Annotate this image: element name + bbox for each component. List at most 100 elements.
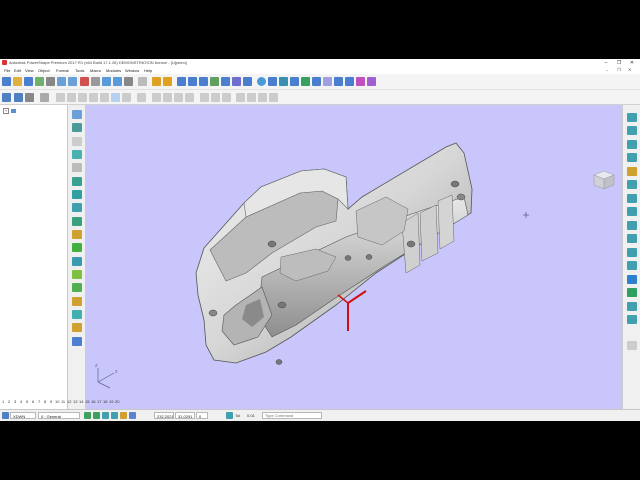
copy-icon[interactable] [57,77,66,86]
tree-root[interactable]: + [3,108,16,114]
assembly-tool-icon[interactable] [72,297,82,306]
shade-mode-icon[interactable] [200,93,209,102]
level-number[interactable]: 18 [103,399,107,404]
level-icon[interactable] [221,77,230,86]
level-number[interactable]: 20 [115,399,119,404]
doc-minimize-button[interactable]: – [606,67,608,72]
line-tool-icon[interactable] [72,150,82,159]
level-number[interactable]: 8 [44,399,46,404]
menu-window[interactable]: Window [125,68,139,73]
object-snap-icon[interactable] [102,412,109,419]
view-top-icon-right[interactable] [627,113,637,122]
menu-help[interactable]: Help [144,68,152,73]
workplane-tool-icon[interactable] [72,123,82,132]
level-number[interactable]: 3 [14,399,16,404]
zoom-icon[interactable] [137,93,146,102]
level-number[interactable]: 19 [109,399,113,404]
arc-icon[interactable] [232,77,241,86]
select-icon[interactable] [102,77,111,86]
shade-tool-icon[interactable] [72,310,82,319]
view-front-icon-right[interactable] [627,126,637,135]
import-icon[interactable] [35,77,44,86]
workplane-status-icon[interactable] [2,412,9,419]
section-view-icon[interactable] [627,302,637,311]
view-top-icon[interactable] [111,93,120,102]
level-number[interactable]: 11 [61,399,65,404]
rotate-icon[interactable] [163,93,172,102]
menu-object[interactable]: Object [38,68,50,73]
view-iso4-icon[interactable] [89,93,98,102]
undo-icon[interactable] [152,77,161,86]
section-icon[interactable] [236,93,245,102]
filter-icon[interactable] [124,77,133,86]
rotate-view-icon[interactable] [627,234,637,243]
box-select-icon[interactable] [113,77,122,86]
circle-icon[interactable] [257,77,266,86]
level-number[interactable]: 16 [91,399,95,404]
shading-view-icon[interactable] [627,261,637,270]
solid-tool-icon[interactable] [72,203,82,212]
feature-tool-icon[interactable] [72,270,82,279]
level-number[interactable]: 17 [97,399,101,404]
minimize-button[interactable]: – [600,59,612,67]
menu-tools[interactable]: Tools [75,68,84,73]
hide-view-icon[interactable] [627,315,637,324]
grid-snap-icon[interactable] [93,412,100,419]
zoom-fit-icon[interactable] [185,93,194,102]
workplane-select[interactable]: XDWN [10,412,36,419]
line-icon[interactable] [188,77,197,86]
solid-icon[interactable] [279,77,288,86]
measure-icon[interactable] [312,77,321,86]
level-number[interactable]: 15 [85,399,89,404]
tolerance-icon[interactable] [226,412,233,419]
command-input[interactable] [262,412,322,419]
intelligent-cursor-icon[interactable] [111,412,118,419]
arc-tool-icon[interactable] [72,163,82,172]
toolbox-icon[interactable] [367,77,376,86]
menu-file[interactable]: File [4,68,10,73]
wireframe-icon[interactable] [177,77,186,86]
select-arrow-icon[interactable] [72,110,82,119]
zoom-all-icon[interactable] [627,194,637,203]
surface-icon[interactable] [199,77,208,86]
cut-icon[interactable] [80,77,89,86]
view-front-icon[interactable] [100,93,109,102]
tolerance-value[interactable]: 0.01 [247,413,255,418]
analysis-icon[interactable] [301,77,310,86]
wire-mode-icon[interactable] [211,93,220,102]
material-icon[interactable] [258,93,267,102]
lighting-icon[interactable] [247,93,256,102]
menu-macro[interactable]: Macro [90,68,101,73]
dimension-tool-icon[interactable] [72,243,82,252]
dynamic-icon[interactable] [14,93,23,102]
electrode-icon[interactable] [356,77,365,86]
level-number[interactable]: 14 [79,399,83,404]
curve-tool-icon[interactable] [72,177,82,186]
electrode-tool-icon[interactable] [72,283,82,292]
text-tool-icon[interactable] [72,257,82,266]
symbol-tool-icon[interactable] [72,230,82,239]
doc-restore-button[interactable]: ❐ [617,67,621,72]
new-file-icon[interactable] [2,77,11,86]
view-right-icon-right[interactable] [627,140,637,149]
view-iso-icon-right[interactable] [627,153,637,162]
level-number[interactable]: 7 [38,399,40,404]
print-icon[interactable] [46,77,55,86]
globe-view-icon[interactable] [627,248,637,257]
delete-icon[interactable] [91,77,100,86]
zoom-box-icon[interactable] [174,93,183,102]
menu-modules[interactable]: Modules [106,68,121,73]
view-iso3-icon[interactable] [78,93,87,102]
view-right-icon[interactable] [122,93,131,102]
tree-expander[interactable]: + [3,108,9,114]
analysis-view-icon[interactable] [627,288,637,297]
hidden-mode-icon[interactable] [222,93,231,102]
level-number[interactable]: 4 [20,399,22,404]
drafting-icon[interactable] [334,77,343,86]
select-mode-icon[interactable] [2,93,11,102]
curve-icon[interactable] [268,77,277,86]
catalogue-tool-icon[interactable] [72,323,82,332]
level-number[interactable]: 6 [32,399,34,404]
render-icon[interactable] [323,77,332,86]
snap-icon[interactable] [84,412,91,419]
